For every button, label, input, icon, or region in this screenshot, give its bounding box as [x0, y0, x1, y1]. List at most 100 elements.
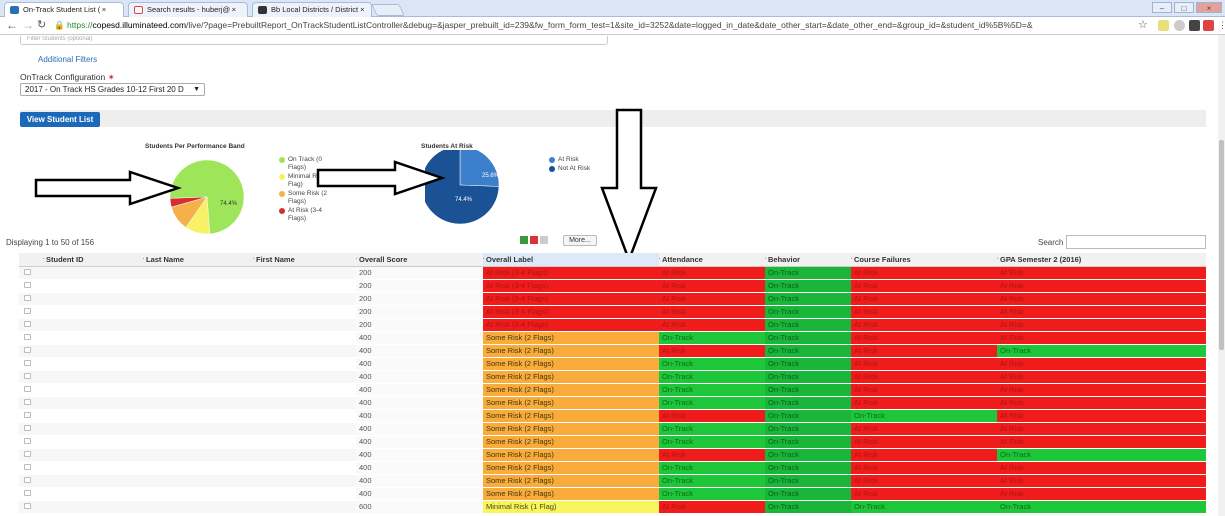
- extension-icon[interactable]: [1174, 20, 1185, 31]
- column-header-first-name[interactable]: ◆First Name: [253, 253, 356, 267]
- gpa-cell: At Risk: [997, 409, 1206, 423]
- column-header-label: Course Failures: [854, 254, 911, 264]
- table-row[interactable]: 200 At Risk (3-4 Flags) At Risk On-Track At …: [19, 279, 1206, 293]
- attendance-cell: On-Track: [659, 422, 765, 436]
- table-row[interactable]: 200 At Risk (3-4 Flags) At Risk On-Track At …: [19, 292, 1206, 306]
- bookmark-star-icon[interactable]: ☆: [1138, 19, 1148, 32]
- table-row[interactable]: 200 At Risk (3-4 Flags) At Risk On-Track At …: [19, 305, 1206, 319]
- address-bar: ← → ↻ 🔒 https://copesd.illuminateed.com/…: [0, 17, 1225, 35]
- column-header-label: Last Name: [146, 254, 184, 264]
- behavior-cell: On-Track: [765, 383, 851, 397]
- column-header-overall-score[interactable]: ◆Overall Score: [356, 253, 483, 267]
- table-row[interactable]: 400 Some Risk (2 Flags) On-Track On-Track At…: [19, 435, 1206, 449]
- row-checkbox[interactable]: [19, 409, 43, 423]
- row-checkbox[interactable]: [19, 396, 43, 410]
- tab-ontrack-student-list[interactable]: On-Track Student List ( ×: [4, 2, 124, 17]
- row-checkbox[interactable]: [19, 383, 43, 397]
- overall-score-cell: 600: [356, 500, 483, 514]
- column-header-student-id[interactable]: ◆Student ID: [43, 253, 143, 267]
- table-row[interactable]: 400 Some Risk (2 Flags) At Risk On-Track On-…: [19, 409, 1206, 423]
- behavior-cell: On-Track: [765, 448, 851, 462]
- extension-icon[interactable]: [1189, 20, 1200, 31]
- column-header-course-failures[interactable]: ◆ Course Failures: [851, 253, 997, 267]
- row-checkbox[interactable]: [19, 292, 43, 306]
- extension-icon[interactable]: [1203, 20, 1214, 31]
- behavior-cell: On-Track: [765, 396, 851, 410]
- maximize-button[interactable]: □: [1174, 2, 1194, 13]
- tab-local-districts[interactable]: Bb Local Districts / District ×: [252, 2, 372, 17]
- table-row[interactable]: 200 At Risk (3-4 Flags) At Risk On-Track At …: [19, 266, 1206, 280]
- attendance-cell: At Risk: [659, 266, 765, 280]
- student-filter-box[interactable]: Filter Students (optional): [20, 36, 608, 45]
- tab-search-results[interactable]: Search results - huberj@ ×: [128, 2, 248, 17]
- search-input[interactable]: [1066, 235, 1206, 249]
- row-checkbox[interactable]: [19, 487, 43, 501]
- attendance-cell: On-Track: [659, 461, 765, 475]
- table-row[interactable]: 400 Some Risk (2 Flags) On-Track On-Track At…: [19, 461, 1206, 475]
- back-icon[interactable]: ←: [6, 19, 18, 32]
- column-header-attendance[interactable]: ◆Attendance: [659, 253, 765, 267]
- row-checkbox[interactable]: [19, 448, 43, 462]
- course-failures-cell: At Risk: [851, 318, 997, 332]
- row-checkbox[interactable]: [19, 266, 43, 280]
- column-header-gpa-semester-2-2016[interactable]: ◆GPA Semester 2 (2016): [997, 253, 1206, 267]
- close-window-button[interactable]: ×: [1196, 2, 1222, 13]
- table-row[interactable]: 200 At Risk (3-4 Flags) At Risk On-Track At …: [19, 318, 1206, 332]
- row-checkbox[interactable]: [19, 370, 43, 384]
- scrollbar-thumb[interactable]: [1219, 140, 1224, 350]
- row-checkbox[interactable]: [19, 318, 43, 332]
- column-header-overall-label[interactable]: ◆Overall Label: [483, 253, 659, 267]
- table-row[interactable]: 400 Some Risk (2 Flags) At Risk On-Track At …: [19, 344, 1206, 358]
- student-id-cell: [43, 383, 143, 397]
- last-name-cell: [143, 435, 253, 449]
- overall-label-cell: Some Risk (2 Flags): [483, 435, 659, 449]
- table-row[interactable]: 400 Some Risk (2 Flags) On-Track On-Track At…: [19, 396, 1206, 410]
- overall-label-cell: Some Risk (2 Flags): [483, 422, 659, 436]
- reload-icon[interactable]: ↻: [37, 19, 46, 32]
- row-checkbox[interactable]: [19, 305, 43, 319]
- sort-icon: ◆: [997, 255, 998, 262]
- row-checkbox[interactable]: [19, 422, 43, 436]
- column-header-last-name[interactable]: ◆Last Name: [143, 253, 253, 267]
- forward-icon[interactable]: →: [22, 19, 34, 32]
- gpa-cell: At Risk: [997, 331, 1206, 345]
- row-checkbox[interactable]: [19, 500, 43, 514]
- row-checkbox[interactable]: [19, 331, 43, 345]
- row-checkbox[interactable]: [19, 344, 43, 358]
- table-row[interactable]: 400 Some Risk (2 Flags) On-Track On-Track At…: [19, 357, 1206, 371]
- table-row[interactable]: 400 Some Risk (2 Flags) On-Track On-Track At…: [19, 474, 1206, 488]
- print-icon[interactable]: [540, 236, 548, 244]
- gpa-cell: At Risk: [997, 279, 1206, 293]
- row-checkbox[interactable]: [19, 357, 43, 371]
- url-field[interactable]: 🔒 https://copesd.illuminateed.com/live/?…: [54, 18, 1134, 33]
- table-row[interactable]: 400 Some Risk (2 Flags) On-Track On-Track At…: [19, 331, 1206, 345]
- overall-label-cell: At Risk (3-4 Flags): [483, 279, 659, 293]
- page-scrollbar[interactable]: [1218, 35, 1225, 516]
- tab-title: Bb Local Districts / District ×: [271, 5, 365, 14]
- course-failures-cell: At Risk: [851, 435, 997, 449]
- row-checkbox[interactable]: [19, 279, 43, 293]
- row-checkbox[interactable]: [19, 474, 43, 488]
- course-failures-cell: At Risk: [851, 461, 997, 475]
- pdf-icon[interactable]: [530, 236, 538, 244]
- minimize-button[interactable]: –: [1152, 2, 1172, 13]
- excel-icon[interactable]: [520, 236, 528, 244]
- attendance-cell: On-Track: [659, 487, 765, 501]
- table-row[interactable]: 400 Some Risk (2 Flags) On-Track On-Track At…: [19, 487, 1206, 501]
- attendance-cell: On-Track: [659, 331, 765, 345]
- table-row[interactable]: 600 Minimal Risk (1 Flag) At Risk On-Track O…: [19, 500, 1206, 514]
- additional-filters-link[interactable]: Additional Filters: [38, 55, 97, 64]
- menu-icon[interactable]: ⋮: [1218, 19, 1225, 32]
- config-select[interactable]: 2017 - On Track HS Grades 10-12 First 20…: [20, 83, 205, 96]
- row-checkbox[interactable]: [19, 435, 43, 449]
- row-checkbox[interactable]: [19, 461, 43, 475]
- table-row[interactable]: 400 Some Risk (2 Flags) On-Track On-Track At…: [19, 370, 1206, 384]
- table-row[interactable]: 400 Some Risk (2 Flags) On-Track On-Track At…: [19, 422, 1206, 436]
- new-tab-button[interactable]: [371, 4, 405, 16]
- more-button[interactable]: More...: [563, 235, 597, 246]
- table-row[interactable]: 400 Some Risk (2 Flags) On-Track On-Track At…: [19, 383, 1206, 397]
- extension-icon[interactable]: [1158, 20, 1169, 31]
- url-prefix: https://: [66, 20, 93, 30]
- column-header-behavior[interactable]: ◆Behavior: [765, 253, 851, 267]
- table-row[interactable]: 400 Some Risk (2 Flags) At Risk On-Track At …: [19, 448, 1206, 462]
